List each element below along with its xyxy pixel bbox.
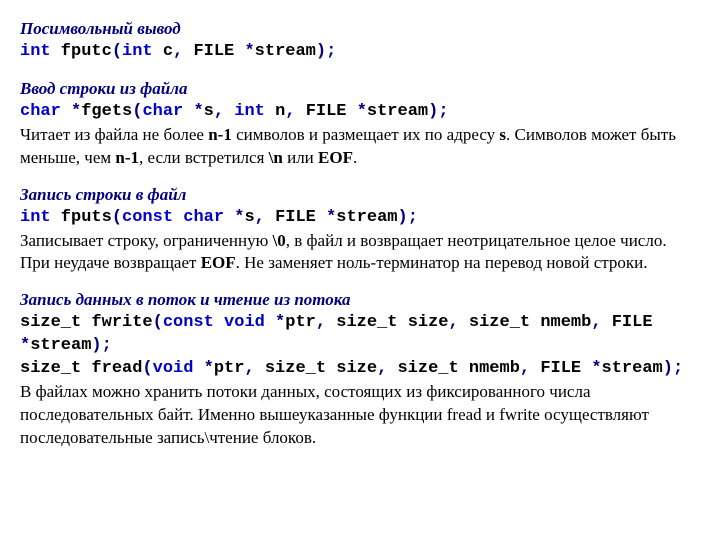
bold-eof: EOF: [201, 253, 236, 272]
comma: ,: [591, 313, 611, 332]
text: , если встретился: [139, 148, 269, 167]
kw-int: int: [20, 208, 51, 227]
text: .: [353, 148, 357, 167]
text: Читает из файла не более: [20, 125, 208, 144]
kw-int: int: [122, 42, 153, 61]
fn-fputc: fputc: [51, 42, 112, 61]
code-fgets: char *fgets(char *s, int n, FILE *stream…: [20, 101, 700, 124]
star: *: [61, 102, 81, 121]
heading-fgets: Ввод строки из файла: [20, 78, 700, 101]
fn-fread: size_t fread: [20, 359, 142, 378]
paren-close: );: [316, 42, 336, 61]
section-fputc: Посимвольный вывод int fputc(int c, FILE…: [20, 18, 700, 64]
code-fwrite: size_t fwrite(const void *ptr, size_t si…: [20, 312, 700, 358]
param-stream: stream: [30, 336, 91, 355]
desc-fputs: Записывает строку, ограниченную \0, в фа…: [20, 230, 700, 276]
text: символов и размещает их по адресу: [232, 125, 500, 144]
paren-close: );: [428, 102, 448, 121]
param-c: c: [153, 42, 173, 61]
code-fputc: int fputc(int c, FILE *stream);: [20, 41, 700, 64]
star: *: [357, 102, 367, 121]
param-s: s: [204, 102, 214, 121]
kw-int: int: [234, 102, 265, 121]
paren-open: (: [112, 42, 122, 61]
star: *: [591, 359, 601, 378]
star: *: [20, 336, 30, 355]
heading-fwrite-fread: Запись данных в поток и чтение из потока: [20, 289, 700, 312]
star: *: [193, 359, 213, 378]
desc-fgets: Читает из файла не более n-1 символов и …: [20, 124, 700, 170]
comma: ,: [244, 359, 264, 378]
fn-fwrite: size_t fwrite: [20, 313, 153, 332]
paren-close: );: [91, 336, 111, 355]
param-n: n: [265, 102, 285, 121]
text: . Не заменяет ноль-терминатор на перевод…: [236, 253, 648, 272]
kw-char: char: [20, 102, 61, 121]
type-file: FILE: [193, 42, 244, 61]
type-file: FILE: [275, 208, 326, 227]
paren-open: (: [132, 102, 142, 121]
star: *: [183, 102, 203, 121]
comma: ,: [255, 208, 275, 227]
type-file: FILE: [612, 313, 653, 332]
param-stream: stream: [602, 359, 663, 378]
fn-fgets: fgets: [81, 102, 132, 121]
kw-const-char: const char: [122, 208, 224, 227]
bold-eof: EOF: [318, 148, 353, 167]
param-ptr: ptr: [285, 313, 316, 332]
comma: ,: [520, 359, 540, 378]
comma: ,: [285, 102, 305, 121]
param-stream: stream: [367, 102, 428, 121]
kw-int: int: [20, 42, 51, 61]
star: *: [244, 42, 254, 61]
type-file: FILE: [306, 102, 357, 121]
comma: ,: [173, 42, 193, 61]
comma: ,: [449, 313, 469, 332]
param-nmemb: size_t nmemb: [397, 359, 519, 378]
param-ptr: ptr: [214, 359, 245, 378]
bold-nl: \n: [269, 148, 283, 167]
code-fread: size_t fread(void *ptr, size_t size, siz…: [20, 358, 700, 381]
kw-const-void: const void: [163, 313, 265, 332]
star: *: [265, 313, 285, 332]
fn-fputs: fputs: [51, 208, 112, 227]
code-fputs: int fputs(const char *s, FILE *stream);: [20, 207, 700, 230]
section-fputs: Запись строки в файл int fputs(const cha…: [20, 184, 700, 276]
paren-close: );: [398, 208, 418, 227]
type-file: FILE: [540, 359, 591, 378]
star: *: [224, 208, 244, 227]
paren-open: (: [142, 359, 152, 378]
param-size: size_t size: [265, 359, 377, 378]
comma: ,: [377, 359, 397, 378]
paren-open: (: [112, 208, 122, 227]
param-nmemb: size_t nmemb: [469, 313, 591, 332]
param-stream: stream: [255, 42, 316, 61]
comma: ,: [316, 313, 336, 332]
heading-fputc: Посимвольный вывод: [20, 18, 700, 41]
section-fwrite-fread: Запись данных в поток и чтение из потока…: [20, 289, 700, 450]
param-s: s: [244, 208, 254, 227]
param-stream: stream: [336, 208, 397, 227]
heading-fputs: Запись строки в файл: [20, 184, 700, 207]
bold-n1: n-1: [208, 125, 232, 144]
paren-open: (: [153, 313, 163, 332]
bold-nul: \0: [273, 231, 286, 250]
desc-fwrite-fread: В файлах можно хранить потоки данных, со…: [20, 381, 700, 450]
text: Записывает строку, ограниченную: [20, 231, 273, 250]
text: или: [283, 148, 318, 167]
kw-char: char: [142, 102, 183, 121]
param-size: size_t size: [336, 313, 448, 332]
section-fgets: Ввод строки из файла char *fgets(char *s…: [20, 78, 700, 170]
paren-close: );: [663, 359, 683, 378]
star: *: [326, 208, 336, 227]
comma: ,: [214, 102, 234, 121]
bold-n1: n-1: [115, 148, 139, 167]
kw-void: void: [153, 359, 194, 378]
